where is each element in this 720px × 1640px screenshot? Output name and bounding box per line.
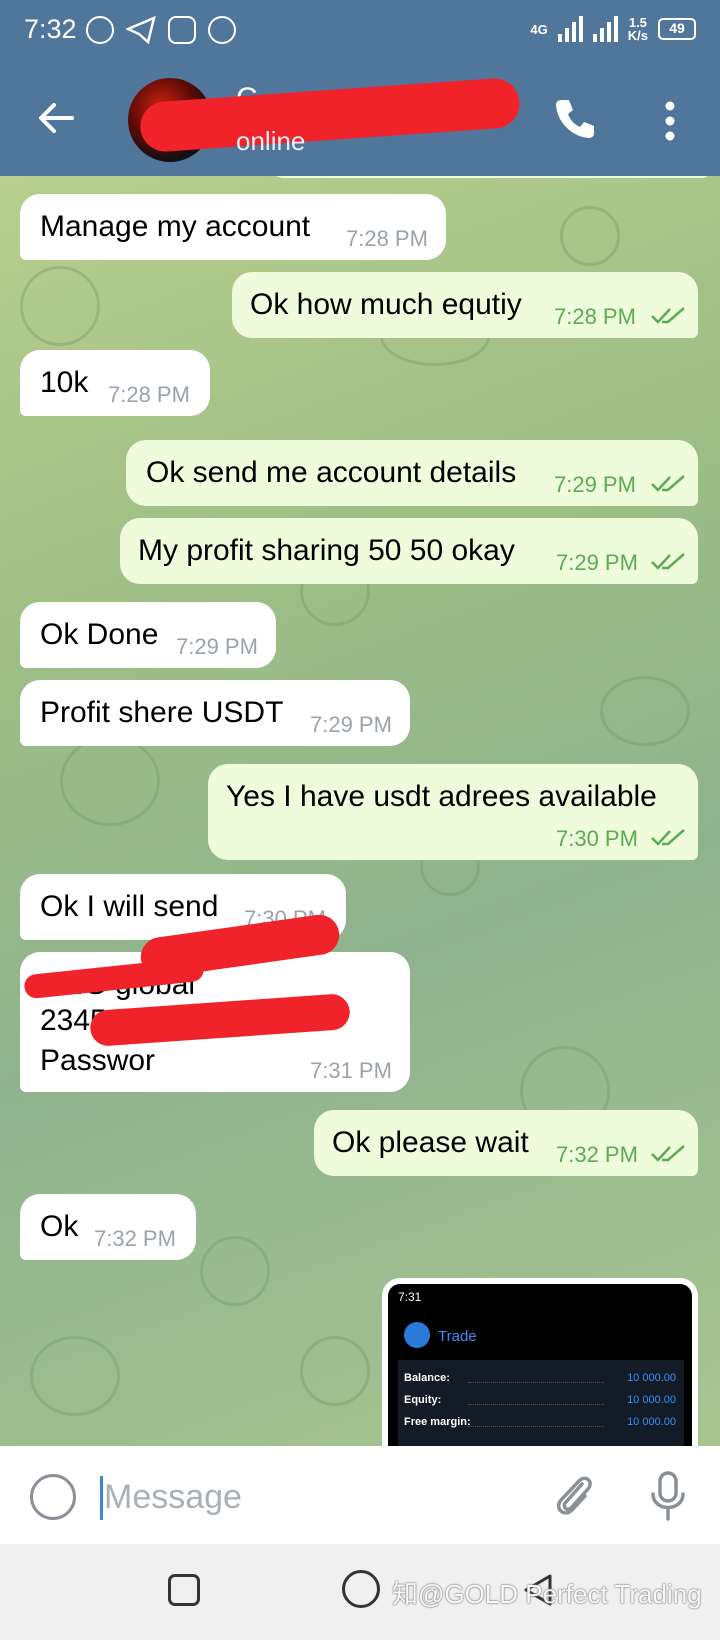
message-time: 7:29 PM <box>554 472 636 497</box>
dotted-leader <box>468 1382 604 1383</box>
message-text: Yes I have usdt adrees available <box>226 780 657 813</box>
message-time: 7:28 PM <box>108 382 190 407</box>
broker-logo-icon <box>404 1322 430 1348</box>
preview-title: Trade <box>438 1328 477 1345</box>
message-text-line: Passwor <box>40 1044 156 1077</box>
message-time: 7:29 PM <box>310 712 392 737</box>
whatsapp-icon <box>86 16 114 44</box>
message-text: Ok please wait <box>332 1126 529 1159</box>
message-bubble-incoming[interactable]: Ok 7:32 PM <box>20 1194 196 1260</box>
system-nav-bar: 知@GOLD Perfect Trading <box>0 1544 720 1640</box>
message-text: 10k <box>40 366 89 399</box>
message-text: My profit sharing 50 50 okay <box>138 534 515 567</box>
message-time: 7:28 PM <box>554 304 636 329</box>
microphone-icon[interactable] <box>648 1470 688 1522</box>
message-time: 7:29 PM <box>176 634 258 659</box>
phone-icon[interactable] <box>552 96 598 142</box>
image-message-preview[interactable]: 7:31 Trade Balance: 10 000.00 Equity: 10… <box>382 1278 698 1446</box>
summary-label: Balance: <box>404 1372 450 1384</box>
message-bubble-incoming[interactable]: Ok Done 7:29 PM <box>20 602 276 668</box>
signal-icon-2 <box>592 16 618 42</box>
recent-apps-button[interactable] <box>168 1574 200 1606</box>
signal-icon <box>557 16 583 42</box>
notification-icons <box>86 16 236 44</box>
dotted-leader <box>468 1426 604 1427</box>
back-arrow-icon[interactable] <box>36 98 76 138</box>
contact-status: online <box>236 126 306 156</box>
message-bubble-incoming[interactable]: Manage my account 7:28 PM <box>20 194 446 260</box>
double-check-icon <box>651 475 685 492</box>
message-time: 7:28 PM <box>346 226 428 251</box>
message-bubble-incoming[interactable]: Profit shere USDT 7:29 PM <box>20 680 410 746</box>
message-text: Manage my account <box>40 210 311 243</box>
summary-label: Free margin: <box>404 1416 471 1428</box>
battery-icon: 49 <box>658 18 696 40</box>
app-notification-icon <box>208 16 236 44</box>
message-text: Ok how much equtiy <box>250 288 522 321</box>
system-indicators: 4G 1.5 K/s 49 <box>530 16 696 42</box>
chat-header: C online <box>0 64 720 176</box>
summary-value: 10 000.00 <box>627 1372 676 1384</box>
message-bubble-incoming[interactable]: 10k 7:28 PM <box>20 350 210 416</box>
network-type: 4G <box>530 21 548 37</box>
summary-value: 10 000.00 <box>627 1416 676 1428</box>
message-bubble-outgoing[interactable]: My profit sharing 50 50 okay 7:29 PM <box>120 518 698 584</box>
double-check-icon <box>651 307 685 324</box>
telegram-icon <box>126 16 156 44</box>
data-speed: 1.5 K/s <box>627 15 648 43</box>
message-input[interactable] <box>104 1472 524 1522</box>
message-text: Ok send me account details <box>146 456 517 489</box>
message-text: Ok I will send <box>40 890 219 923</box>
background-doodle <box>60 736 160 826</box>
message-bubble-outgoing[interactable]: Ok please wait 7:32 PM <box>314 1110 698 1176</box>
summary-label: Equity: <box>404 1394 442 1406</box>
message-bubble-partial[interactable] <box>268 176 708 178</box>
text-caret <box>100 1476 103 1520</box>
instagram-icon <box>168 16 196 44</box>
status-time: 7:32 <box>24 14 77 44</box>
more-vertical-icon[interactable] <box>660 100 680 142</box>
status-bar: 7:32 4G 1.5 K/s 49 <box>0 0 720 64</box>
watermark: 知@GOLD Perfect Trading <box>392 1579 702 1609</box>
message-time: 7:31 PM <box>310 1058 392 1083</box>
attach-icon[interactable] <box>552 1472 596 1520</box>
message-text: Ok <box>40 1210 79 1243</box>
message-time: 7:30 PM <box>556 826 638 851</box>
message-bubble-outgoing[interactable]: Yes I have usdt adrees available 7:30 PM <box>208 764 698 860</box>
message-composer <box>0 1446 720 1544</box>
account-summary: Balance: 10 000.00 Equity: 10 000.00 Fre… <box>398 1360 684 1446</box>
message-text: Ok Done <box>40 618 159 651</box>
background-doodle <box>30 1336 120 1416</box>
preview-status-time: 7:31 <box>398 1290 422 1304</box>
double-check-icon <box>651 553 685 570</box>
chat-area[interactable]: Manage my account 7:28 PM Ok how much eq… <box>0 176 720 1446</box>
message-time: 7:32 PM <box>94 1226 176 1251</box>
message-bubble-outgoing[interactable]: Ok send me account details 7:29 PM <box>126 440 698 506</box>
message-time: 7:29 PM <box>556 550 638 575</box>
message-text: Profit shere USDT <box>40 696 284 729</box>
summary-value: 10 000.00 <box>627 1394 676 1406</box>
background-doodle <box>200 1236 270 1306</box>
background-doodle <box>20 266 100 346</box>
message-time: 7:32 PM <box>556 1142 638 1167</box>
home-button[interactable] <box>342 1570 380 1608</box>
double-check-icon <box>651 829 685 846</box>
message-bubble-outgoing[interactable]: Ok how much equtiy 7:28 PM <box>232 272 698 338</box>
background-doodle <box>600 676 690 746</box>
background-doodle <box>560 206 620 266</box>
background-doodle <box>300 1336 370 1406</box>
emoji-icon[interactable] <box>30 1474 76 1520</box>
dotted-leader <box>468 1404 604 1405</box>
double-check-icon <box>651 1145 685 1162</box>
